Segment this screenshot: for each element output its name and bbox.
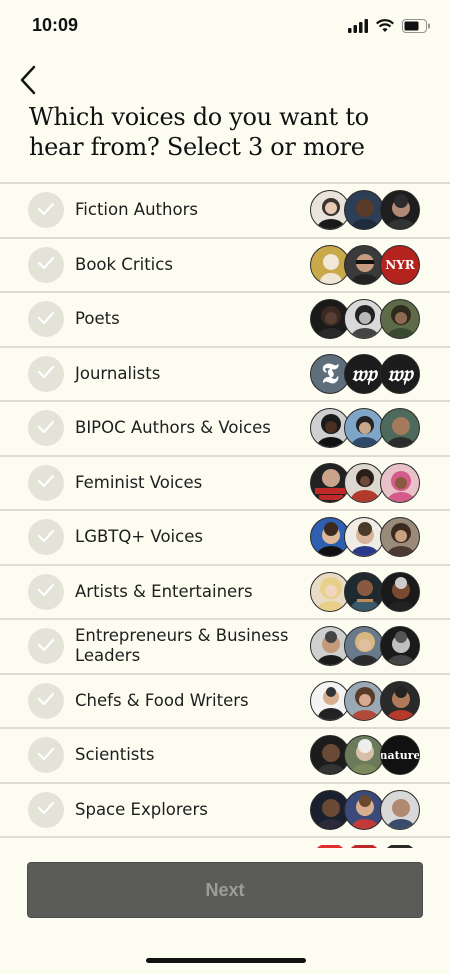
- avatar-group: [310, 571, 422, 614]
- avatar: [344, 244, 384, 285]
- avatar: [344, 789, 384, 830]
- voice-option-feminist-voices[interactable]: Feminist Voices: [0, 457, 450, 511]
- checkbox[interactable]: [28, 246, 64, 283]
- bottom-bar: Next: [0, 848, 450, 974]
- voice-option-label: Artists & Entertainers: [75, 581, 253, 601]
- avatar-group: [310, 626, 422, 668]
- checkmark-icon: [37, 691, 55, 710]
- avatar: [344, 571, 384, 612]
- voice-option-bipoc-authors-voices[interactable]: BIPOC Authors & Voices: [0, 402, 450, 457]
- voice-option-book-critics[interactable]: Book Critics NYR: [0, 239, 450, 293]
- checkmark-icon: [37, 746, 55, 765]
- home-indicator: [146, 958, 306, 963]
- checkmark-icon: [37, 310, 55, 329]
- voice-option-label: BIPOC Authors & Voices: [75, 418, 271, 438]
- avatar: [380, 299, 420, 339]
- checkbox[interactable]: [28, 410, 64, 447]
- voice-option-journalists[interactable]: Journalists 𝕿 𝔴𝔭 𝔴𝔭: [0, 348, 450, 402]
- wapo-logo-avatar: 𝔴𝔭: [344, 353, 384, 394]
- voice-option-label: Book Critics: [75, 254, 173, 274]
- checkmark-icon: [37, 255, 55, 274]
- avatar: [380, 680, 420, 721]
- avatar: [344, 190, 384, 230]
- checkmark-icon: [37, 528, 55, 547]
- avatar-group: [310, 462, 422, 505]
- avatar: [344, 299, 384, 339]
- voice-option-label: Journalists: [75, 363, 161, 383]
- avatar-group: NYR: [310, 244, 422, 287]
- checkmark-icon: [37, 800, 55, 819]
- avatar: [344, 680, 384, 721]
- avatar-group: [310, 190, 422, 232]
- nature-logo: nature: [380, 748, 420, 762]
- avatar-group: [310, 517, 422, 559]
- avatar-group: 𝕿 𝔴𝔭 𝔴𝔭: [310, 353, 422, 396]
- avatar: [344, 735, 384, 775]
- chevron-left-icon: [19, 65, 37, 99]
- avatar: [380, 462, 420, 503]
- avatar-group: [310, 680, 422, 723]
- avatar: [380, 408, 420, 448]
- voice-option-lgbtq-voices[interactable]: LGBTQ+ Voices: [0, 511, 450, 566]
- avatar-group: nature: [310, 735, 422, 777]
- voice-option-label: Poets: [75, 309, 120, 329]
- checkmark-icon: [37, 419, 55, 438]
- checkbox[interactable]: [28, 464, 64, 501]
- avatar: [380, 626, 420, 666]
- avatar: [380, 789, 420, 830]
- avatar-group: [310, 789, 422, 832]
- avatar: [344, 517, 384, 557]
- checkbox[interactable]: [28, 628, 64, 665]
- voice-option-label: Feminist Voices: [75, 472, 203, 492]
- voice-option-fiction-authors[interactable]: Fiction Authors: [0, 184, 450, 239]
- voice-option-scientists[interactable]: Scientists nature: [0, 729, 450, 784]
- voice-option-artists-entertainers[interactable]: Artists & Entertainers: [0, 566, 450, 620]
- avatar: [380, 190, 420, 230]
- avatar: NYR: [380, 244, 420, 285]
- checkbox[interactable]: [28, 682, 64, 719]
- signal-icon: [348, 18, 368, 37]
- checkmark-icon: [37, 364, 55, 383]
- checkmark-icon: [37, 582, 55, 601]
- voice-option-entrepreneurs-business-leaders[interactable]: Entrepreneurs & Business Leaders: [0, 620, 450, 675]
- back-button[interactable]: [10, 62, 46, 102]
- voice-list: Fiction Authors Book Critics NYR Poets J…: [0, 182, 450, 838]
- next-button[interactable]: Next: [27, 862, 423, 918]
- checkmark-icon: [37, 637, 55, 656]
- avatar: [344, 626, 384, 666]
- checkbox[interactable]: [28, 791, 64, 828]
- avatar: [380, 571, 420, 612]
- avatar: [380, 517, 420, 557]
- avatar-group: [310, 408, 422, 450]
- voice-option-label: Fiction Authors: [75, 200, 198, 220]
- battery-icon: [402, 18, 430, 37]
- voice-option-label: Entrepreneurs & Business Leaders: [75, 626, 289, 666]
- voice-option-label: Scientists: [75, 745, 155, 765]
- wifi-icon: [376, 18, 394, 37]
- avatar: nature: [380, 735, 420, 775]
- voice-option-label: Chefs & Food Writers: [75, 690, 249, 710]
- avatar-group: [310, 299, 422, 341]
- checkbox[interactable]: [28, 301, 64, 338]
- avatar: [344, 462, 384, 503]
- voice-option-space-explorers[interactable]: Space Explorers: [0, 784, 450, 838]
- voice-option-poets[interactable]: Poets: [0, 293, 450, 348]
- checkmark-icon: [37, 201, 55, 220]
- voice-option-label: Space Explorers: [75, 799, 208, 819]
- nyr-logo: NYR: [385, 257, 415, 272]
- checkbox[interactable]: [28, 355, 64, 392]
- status-time: 10:09: [32, 15, 79, 35]
- checkbox[interactable]: [28, 192, 64, 229]
- status-icons: [348, 18, 430, 37]
- checkbox[interactable]: [28, 737, 64, 774]
- voice-option-chefs-food-writers[interactable]: Chefs & Food Writers: [0, 675, 450, 729]
- voice-option-label: LGBTQ+ Voices: [75, 527, 203, 547]
- status-bar: 10:09: [0, 0, 450, 56]
- page-title: Which voices do you want to hear from? S…: [29, 103, 369, 161]
- checkbox[interactable]: [28, 573, 64, 610]
- checkbox[interactable]: [28, 519, 64, 556]
- checkmark-icon: [37, 473, 55, 492]
- avatar: [344, 408, 384, 448]
- wapo-logo-avatar: 𝔴𝔭: [380, 353, 420, 394]
